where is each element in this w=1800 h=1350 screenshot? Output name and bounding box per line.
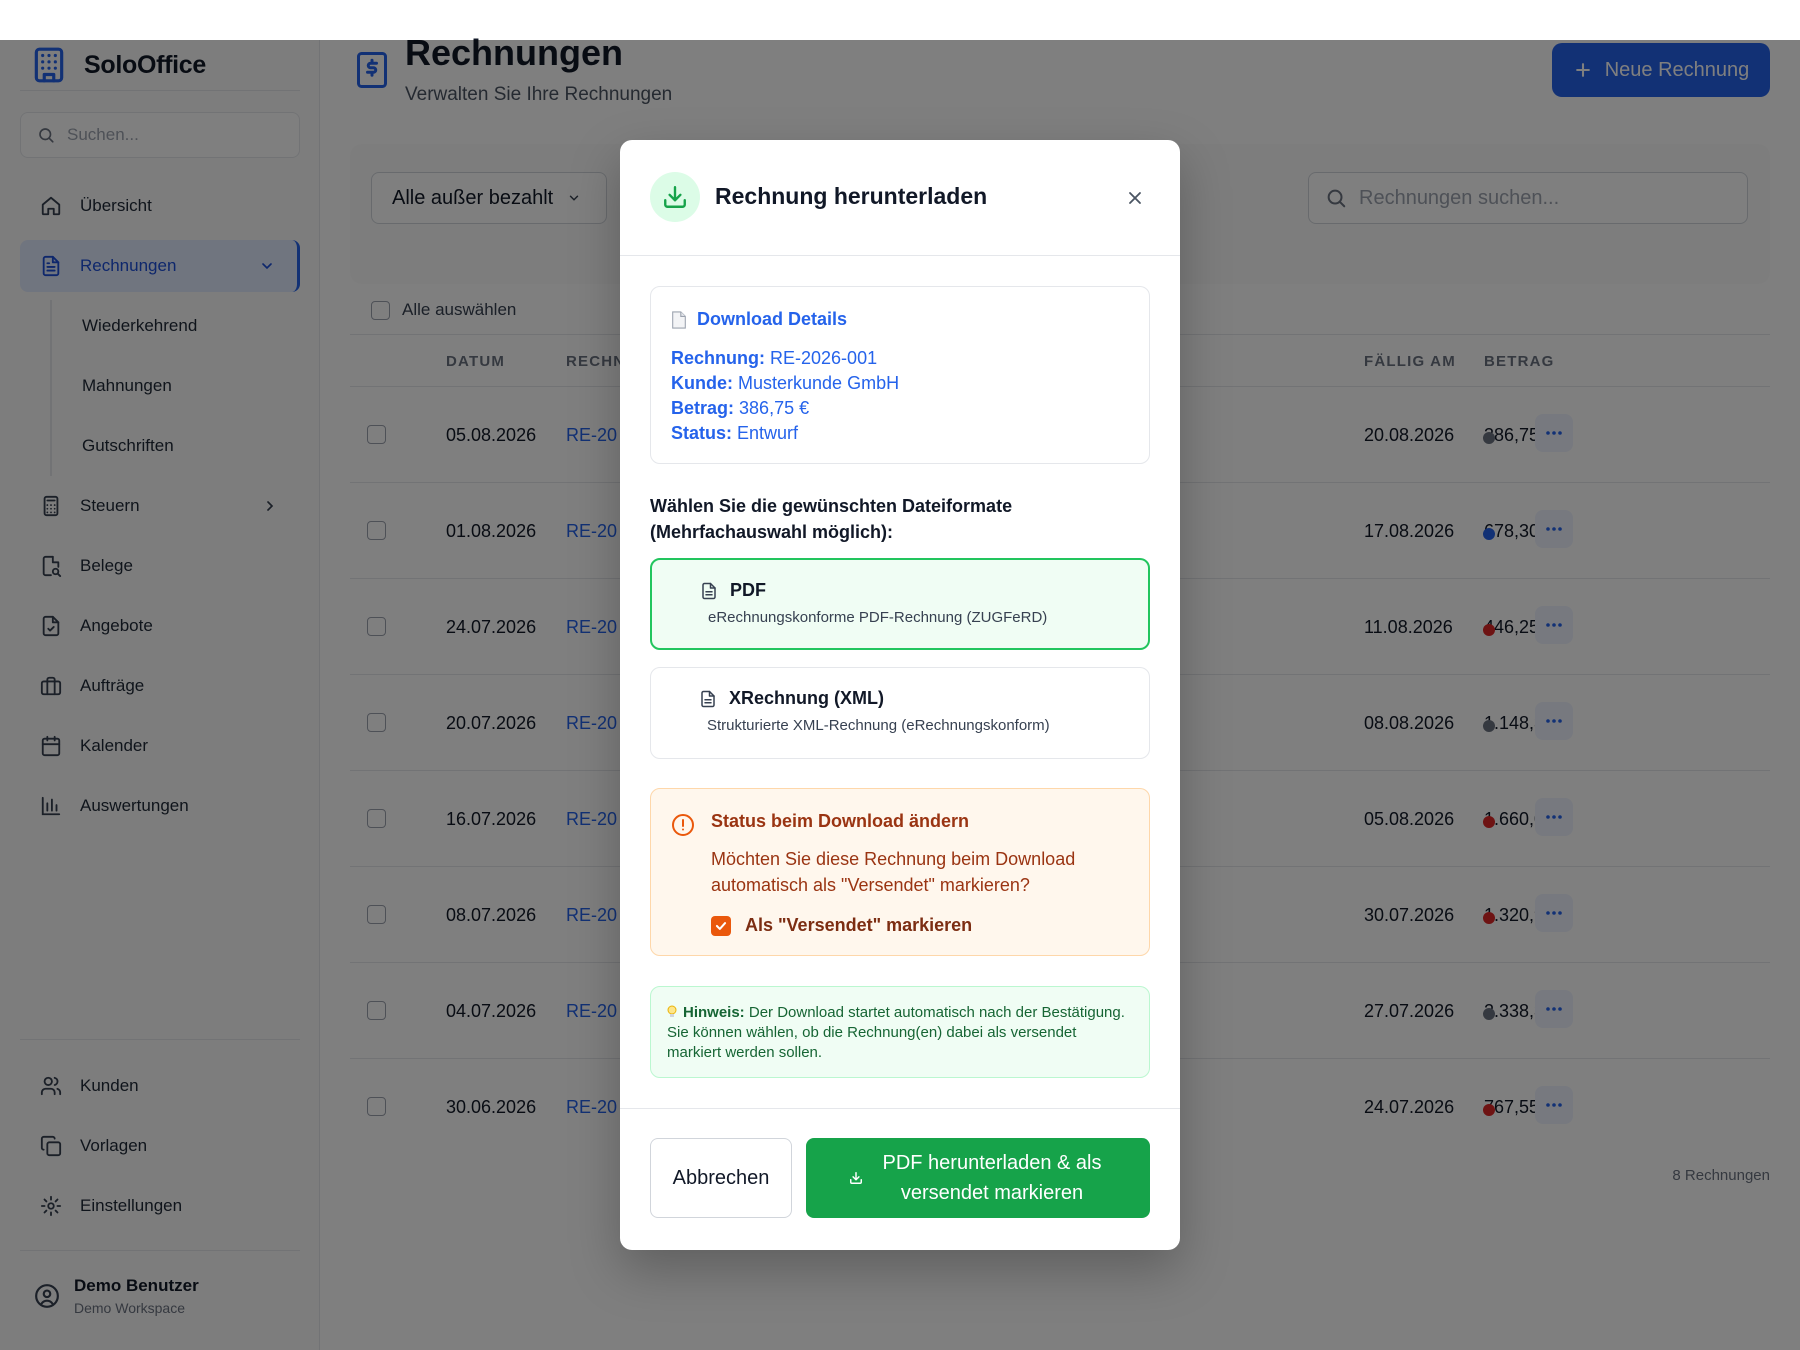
hint-label: Hinweis: <box>683 1004 745 1021</box>
format-name: PDF <box>730 580 766 600</box>
download-details: Download Details Rechnung: RE-2026-001 K… <box>650 286 1150 464</box>
detail-invoice: Rechnung: RE-2026-001 <box>671 346 1129 371</box>
format-option-pdf[interactable]: PDF eRechnungskonforme PDF-Rechnung (ZUG… <box>650 558 1150 650</box>
download-icon <box>849 1171 863 1185</box>
detail-customer-label: Kunde: <box>671 373 733 393</box>
details-heading-text: Download Details <box>697 309 848 329</box>
download-icon <box>650 172 700 222</box>
app-window: SoloOffice Übersicht Rechnungen Wiederke… <box>0 0 1800 1350</box>
detail-customer-value: Musterkunde GmbH <box>738 373 900 393</box>
detail-status-label: Status: <box>671 423 733 443</box>
document-icon <box>671 310 687 329</box>
detail-amount: Betrag: 386,75 € <box>671 396 1129 421</box>
mark-sent-option[interactable]: Als "Versendet" markieren <box>711 915 972 936</box>
detail-status-value: Entwurf <box>737 423 799 443</box>
format-description: eRechnungskonforme PDF-Rechnung (ZUGFeRD… <box>708 609 1048 626</box>
file-text-icon <box>700 581 718 601</box>
file-text-icon <box>699 689 717 709</box>
status-change-title: Status beim Download ändern <box>711 811 970 831</box>
format-name: XRechnung (XML) <box>729 688 884 708</box>
dialog-title: Rechnung herunterladen <box>715 183 988 209</box>
dialog-header: Rechnung herunterladen <box>620 140 1180 256</box>
format-option-xrechnung[interactable]: XRechnung (XML) Strukturierte XML-Rechnu… <box>650 667 1150 759</box>
detail-invoice-label: Rechnung: <box>671 348 765 368</box>
format-instructions: Wählen Sie die gewünschten Dateiformate … <box>650 496 1013 542</box>
detail-invoice-value: RE-2026-001 <box>770 348 878 368</box>
download-button-label: PDF herunterladen & als versendet markie… <box>882 1152 1102 1204</box>
download-dialog: Rechnung herunterladen Download Details … <box>620 140 1180 1250</box>
close-icon[interactable] <box>1120 183 1150 213</box>
download-and-mark-sent-button[interactable]: PDF herunterladen & als versendet markie… <box>806 1138 1150 1218</box>
mark-sent-label: Als "Versendet" markieren <box>745 915 973 935</box>
detail-customer: Kunde: Musterkunde GmbH <box>671 371 1129 396</box>
dialog-footer-divider <box>620 1108 1180 1109</box>
status-change-box: Status beim Download ändern Möchten Sie … <box>650 788 1150 956</box>
details-heading: Download Details <box>671 309 1129 330</box>
status-change-question: Möchten Sie diese Rechnung beim Download… <box>711 849 1076 895</box>
format-description: Strukturierte XML-Rechnung (eRechnungsko… <box>707 717 1050 734</box>
detail-amount-value: 386,75 € <box>739 398 810 418</box>
cancel-button[interactable]: Abbrechen <box>650 1138 792 1218</box>
hint-box: Hinweis: Der Download startet automatisc… <box>650 986 1150 1078</box>
lightbulb-icon <box>667 1005 677 1019</box>
alert-circle-icon <box>671 813 695 837</box>
detail-amount-label: Betrag: <box>671 398 735 418</box>
mark-sent-checkbox[interactable] <box>711 915 731 936</box>
detail-status: Status: Entwurf <box>671 421 1129 446</box>
